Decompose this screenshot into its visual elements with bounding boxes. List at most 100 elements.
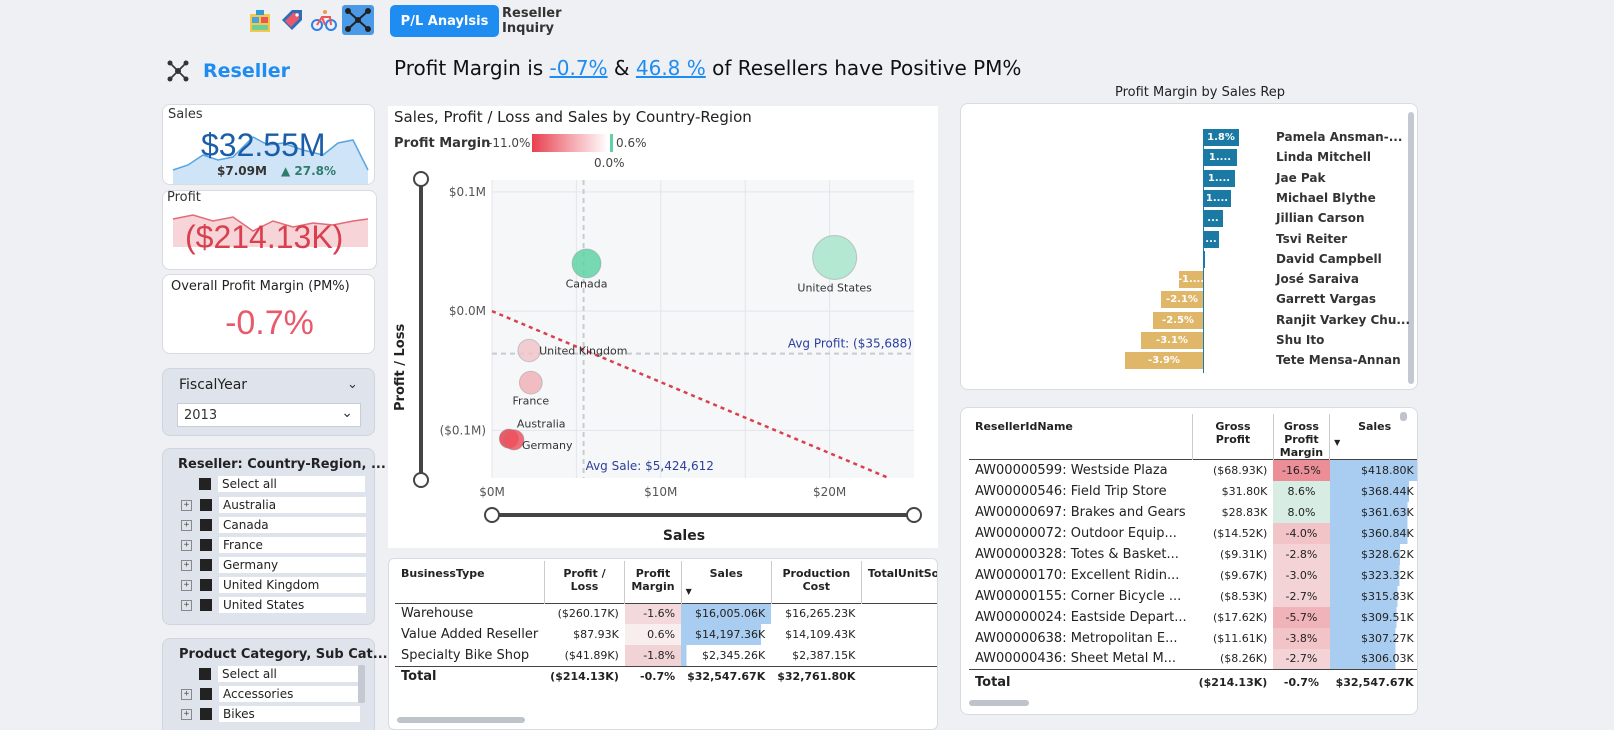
reseller-table[interactable]: ResellerIdName Gross Profit Gross Profit… [969,414,1417,696]
x-slider-handle-right[interactable] [906,507,922,523]
rep-bar[interactable]: -3.1% [1141,332,1203,349]
pm-kpi-card[interactable]: Overall Profit Margin (PM%) -0.7% [162,274,375,354]
tab-reseller-inquiry[interactable]: Reseller Inquiry [502,5,612,37]
checkbox[interactable] [200,519,212,531]
table-row[interactable]: AW00000436: Sheet Metal M... ($8.26K) -2.7… [969,648,1417,670]
profit-kpi-card[interactable]: Profit ($214.13K) [162,190,377,270]
checkbox[interactable] [200,708,212,720]
rep-bar[interactable]: 1.... [1203,189,1231,207]
product-category-filter[interactable]: Product Category, Sub Cat... Select all … [162,638,388,730]
column-header[interactable]: Gross Profit [1192,414,1274,460]
table-row[interactable]: AW00000599: Westside Plaza ($68.93K) -16.5… [969,459,1417,481]
expand-icon[interactable]: + [181,688,192,700]
checkbox[interactable] [199,668,211,680]
business-type-table[interactable]: BusinessType Profit / Loss Profit Margin… [395,561,937,687]
sales-kpi-card[interactable]: Sales $32.55M $7.09M ▲ 27.8% [162,104,375,185]
sort-desc-icon[interactable]: ▼ [1334,438,1340,447]
sort-desc-icon[interactable]: ▼ [686,587,692,596]
expand-icon[interactable]: + [181,519,192,531]
headline-pm-value: -0.7% [549,56,608,80]
column-header[interactable]: BusinessType [395,561,544,603]
table-row[interactable]: AW00000170: Excellent Ridin... ($9.67K) -3… [969,564,1417,586]
table-row[interactable]: AW00000546: Field Trip Store $31.80K 8.6% $… [969,480,1417,502]
table-row[interactable]: AW00000697: Brakes and Gears $28.83K 8.0% $… [969,501,1417,523]
bubble-france[interactable] [518,370,543,395]
horizontal-scrollbar[interactable] [397,717,525,723]
fiscal-year-select[interactable]: 2013 ⌄ [177,403,361,427]
checkbox[interactable] [199,478,211,490]
sale-tag-icon[interactable] [278,8,306,34]
table-row[interactable]: AW00000155: Corner Bicycle ... ($8.53K) -2… [969,585,1417,607]
table-row[interactable]: Specialty Bike Shop ($41.89K) -1.8% $2,3… [395,645,937,666]
column-header[interactable]: Profit Margin [624,561,682,603]
scrollbar[interactable] [358,665,365,703]
table-row[interactable]: AW00000072: Outdoor Equip... ($14.52K) -4.… [969,522,1417,544]
table-row[interactable]: Warehouse ($260.17K) -1.6% $16,005.06K $… [395,603,937,624]
rep-bar[interactable]: ... [1203,210,1223,228]
table-row[interactable]: AW00000638: Metropolitan E... ($11.61K) -3… [969,627,1417,649]
filter-item-canada[interactable]: + Canada [181,517,366,533]
filter-item-germany[interactable]: + Germany [181,557,366,573]
reseller-network-icon[interactable] [342,5,374,35]
cell-profit-margin: -1.6% [624,603,682,624]
rep-bar[interactable]: ... [1203,230,1219,248]
rep-bar[interactable]: 1.... [1203,169,1235,187]
y-slider-handle-top[interactable] [413,171,429,187]
filter-item-france[interactable]: + France [181,537,366,553]
filter-item-bikes[interactable]: + Bikes [181,706,360,722]
checkbox[interactable] [200,688,212,700]
checkbox[interactable] [200,579,212,591]
expand-icon[interactable]: + [181,599,192,611]
column-header[interactable]: TotalUnitSoldNoSv [860,561,937,603]
country-filter[interactable]: Reseller: Country-Region, ... Select all… [162,448,386,625]
avg-sale-label: Avg Sale: $5,424,612 [586,459,714,473]
checkbox[interactable] [200,559,212,571]
table-row[interactable]: Value Added Reseller $87.93K 0.6% $14,19… [395,624,937,645]
y-slider-handle-bottom[interactable] [413,472,429,488]
filter-item-united-states[interactable]: + United States [181,597,366,613]
column-header[interactable]: Profit / Loss [543,561,625,603]
filter-item-united-kingdom[interactable]: + United Kingdom [181,577,366,593]
column-header[interactable]: ResellerIdName [969,414,1193,460]
filter-item-australia[interactable]: + Australia [181,497,366,513]
rep-bar[interactable]: -2.5% [1153,311,1203,329]
table-row[interactable]: AW00000328: Totes & Basket... ($9.31K) -2.… [969,543,1417,565]
filter-item-accessories[interactable]: + Accessories [181,686,360,702]
chevron-down-icon[interactable]: ⌄ [347,377,358,392]
store-shelves-icon[interactable] [246,8,274,34]
bubble-united-kingdom[interactable] [517,338,541,363]
expand-icon[interactable]: + [181,708,192,720]
checkbox[interactable] [200,499,212,511]
rep-bar[interactable]: -2.1% [1161,291,1203,309]
rep-bar[interactable]: 1.... [1203,149,1237,167]
tab-pl-analysis[interactable]: P/L Anaylsis [390,5,499,37]
page-title: Reseller [203,60,290,82]
fiscal-year-filter[interactable]: FiscalYear ⌄ 2013 ⌄ [162,368,375,436]
rep-bar[interactable]: -3.9% [1125,352,1203,370]
column-header[interactable]: Production Cost [770,561,862,603]
cell-profit-margin: 0.6% [624,624,682,645]
expand-icon[interactable]: + [181,559,192,571]
cell-production-cost: $14,109.43K [785,628,856,641]
column-header-sorted[interactable]: Sales ▼ [680,561,772,603]
cell-sales: $418.80K [1329,459,1417,481]
scatter-plot[interactable]: Profit / Loss Sales $0M $10M $20M $0.1M $0.0… [388,106,938,548]
bicycle-icon[interactable] [310,8,338,34]
bubble-canada[interactable] [571,248,602,279]
filter-item-select-all[interactable]: Select all [199,476,365,492]
horizontal-scrollbar[interactable] [969,700,1029,706]
expand-icon[interactable]: + [181,579,192,591]
filter-item-select-all[interactable]: Select all [199,666,359,682]
rep-bar[interactable]: 1.8% [1203,129,1239,146]
vertical-scrollbar[interactable] [1400,412,1407,421]
column-header[interactable]: Gross Profit Margin [1272,414,1330,460]
table-row[interactable]: AW00000024: Eastside Depart... ($17.62K) -… [969,606,1417,628]
expand-icon[interactable]: + [181,539,192,551]
checkbox[interactable] [200,599,212,611]
checkbox[interactable] [200,539,212,551]
x-slider-handle-left[interactable] [484,507,500,523]
expand-icon[interactable]: + [181,499,192,511]
bubble-united-states[interactable] [812,234,858,280]
vertical-scrollbar[interactable] [1408,112,1414,384]
rep-bar[interactable]: -1.... [1178,271,1204,289]
